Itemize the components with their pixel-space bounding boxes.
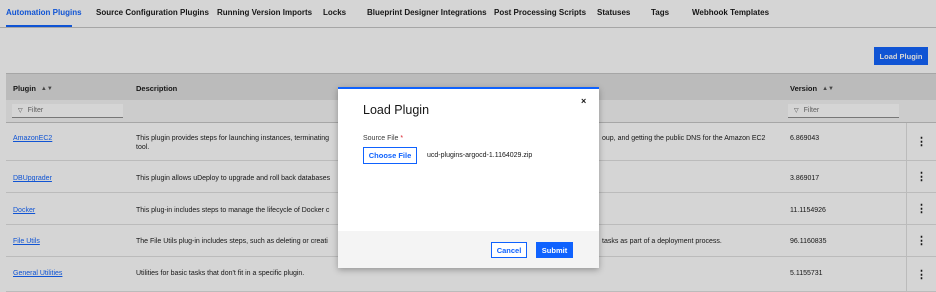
modal-title: Load Plugin	[363, 103, 430, 117]
cancel-button[interactable]: Cancel	[491, 242, 527, 258]
selected-file-name: ucd-plugins-argocd-1.1164029.zip	[427, 152, 533, 159]
close-icon[interactable]: ×	[581, 96, 586, 106]
source-file-label: Source File *	[363, 135, 403, 142]
choose-file-button[interactable]: Choose File	[363, 147, 417, 164]
source-file-label-text: Source File	[363, 135, 399, 142]
submit-button[interactable]: Submit	[536, 242, 573, 258]
load-plugin-modal: Load Plugin × Source File * Choose File …	[338, 87, 599, 268]
required-indicator: *	[400, 135, 404, 142]
modal-footer: Cancel Submit	[338, 231, 599, 268]
